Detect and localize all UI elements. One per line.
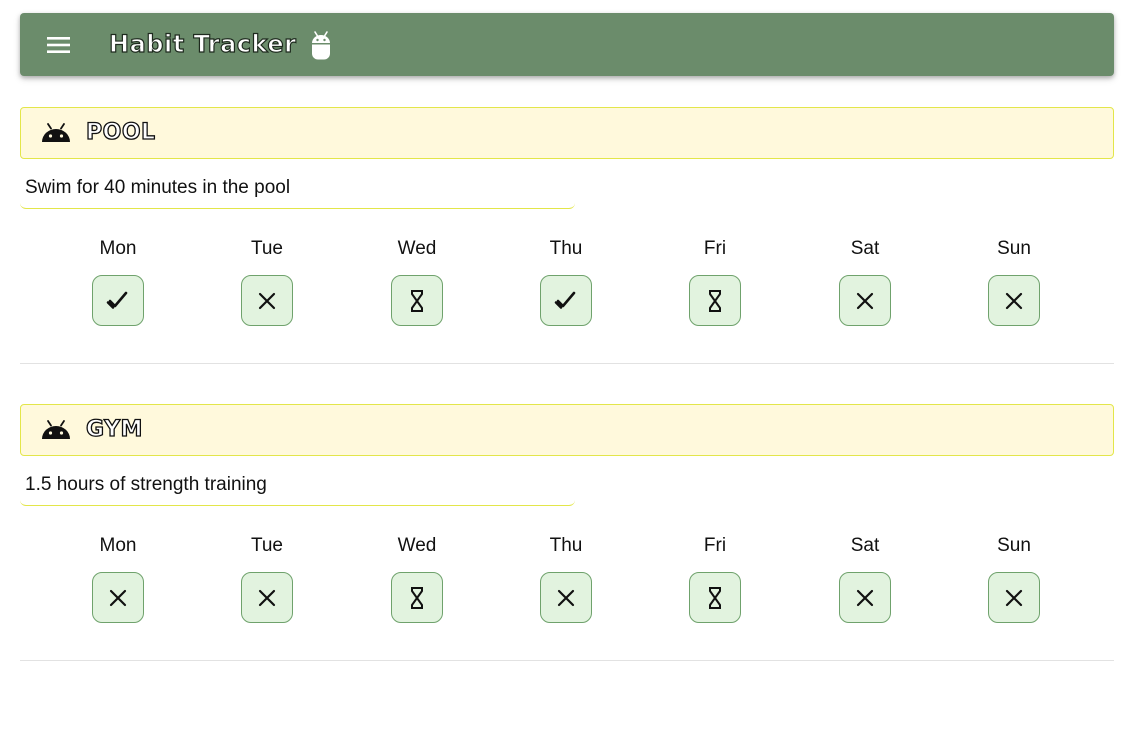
android-head-icon xyxy=(42,420,70,439)
day-mon: Mon xyxy=(58,235,178,326)
menu-button[interactable] xyxy=(44,34,74,56)
android-robot-icon xyxy=(312,31,330,60)
android-head-icon xyxy=(42,123,70,142)
day-status-button[interactable] xyxy=(839,275,891,326)
day-label: Wed xyxy=(397,238,437,259)
habit-description-field[interactable]: Swim for 40 minutes in the pool xyxy=(20,173,575,209)
app-title: Habit Tracker xyxy=(108,29,297,58)
close-icon xyxy=(856,292,874,309)
day-label: Wed xyxy=(397,535,437,556)
day-status-button[interactable] xyxy=(92,572,144,623)
day-status-button[interactable] xyxy=(391,275,443,326)
day-status-button[interactable] xyxy=(839,572,891,623)
hourglass-icon xyxy=(411,289,423,312)
weekday-row: Mon Tue Wed Thu Fri Sat Sun xyxy=(20,235,1114,335)
day-sun: Sun xyxy=(954,532,1074,623)
day-label: Fri xyxy=(703,238,727,259)
weekday-row: Mon Tue Wed Thu Fri Sat Sun xyxy=(20,532,1114,632)
day-label: Thu xyxy=(549,535,583,556)
section-divider xyxy=(20,660,1114,661)
app-bar: Habit Tracker xyxy=(20,13,1114,76)
day-label: Sun xyxy=(997,535,1031,556)
day-status-button[interactable] xyxy=(988,275,1040,326)
day-fri: Fri xyxy=(655,532,775,623)
close-icon xyxy=(1005,292,1023,309)
day-fri: Fri xyxy=(655,235,775,326)
close-icon xyxy=(557,589,575,606)
day-status-button[interactable] xyxy=(540,572,592,623)
day-label: Mon xyxy=(99,535,137,556)
day-status-button[interactable] xyxy=(92,275,144,326)
day-wed: Wed xyxy=(357,532,477,623)
day-label: Fri xyxy=(703,535,727,556)
day-sun: Sun xyxy=(954,235,1074,326)
day-sat: Sat xyxy=(805,532,925,623)
habit-name: POOL xyxy=(85,119,156,145)
day-status-button[interactable] xyxy=(241,572,293,623)
day-label: Tue xyxy=(250,238,284,259)
close-icon xyxy=(109,589,127,606)
hamburger-menu-icon xyxy=(47,37,70,53)
close-icon xyxy=(258,292,276,309)
close-icon xyxy=(1005,589,1023,606)
day-thu: Thu xyxy=(506,532,626,623)
close-icon xyxy=(856,589,874,606)
day-thu: Thu xyxy=(506,235,626,326)
day-status-button[interactable] xyxy=(391,572,443,623)
checkmark-icon xyxy=(554,291,576,309)
day-label: Sat xyxy=(850,238,880,259)
habit-name: GYM xyxy=(85,416,143,442)
day-sat: Sat xyxy=(805,235,925,326)
day-label: Tue xyxy=(250,535,284,556)
day-mon: Mon xyxy=(58,532,178,623)
hourglass-icon xyxy=(709,586,721,609)
hourglass-icon xyxy=(709,289,721,312)
day-status-button[interactable] xyxy=(689,275,741,326)
day-label: Mon xyxy=(99,238,137,259)
close-icon xyxy=(258,589,276,606)
day-tue: Tue xyxy=(207,235,327,326)
habit-card-gym: GYM 1.5 hours of strength training Mon Tue W… xyxy=(20,404,1114,664)
day-status-button[interactable] xyxy=(689,572,741,623)
day-status-button[interactable] xyxy=(988,572,1040,623)
day-tue: Tue xyxy=(207,532,327,623)
hourglass-icon xyxy=(411,586,423,609)
checkmark-icon xyxy=(106,291,128,309)
habit-card-pool: POOL Swim for 40 minutes in the pool Mon Tu… xyxy=(20,107,1114,367)
day-wed: Wed xyxy=(357,235,477,326)
day-label: Sat xyxy=(850,535,880,556)
habit-header[interactable]: GYM xyxy=(20,404,1114,456)
day-label: Thu xyxy=(549,238,583,259)
habit-description-field[interactable]: 1.5 hours of strength training xyxy=(20,470,575,506)
section-divider xyxy=(20,363,1114,364)
habit-header[interactable]: POOL xyxy=(20,107,1114,159)
day-status-button[interactable] xyxy=(241,275,293,326)
day-label: Sun xyxy=(997,238,1031,259)
day-status-button[interactable] xyxy=(540,275,592,326)
